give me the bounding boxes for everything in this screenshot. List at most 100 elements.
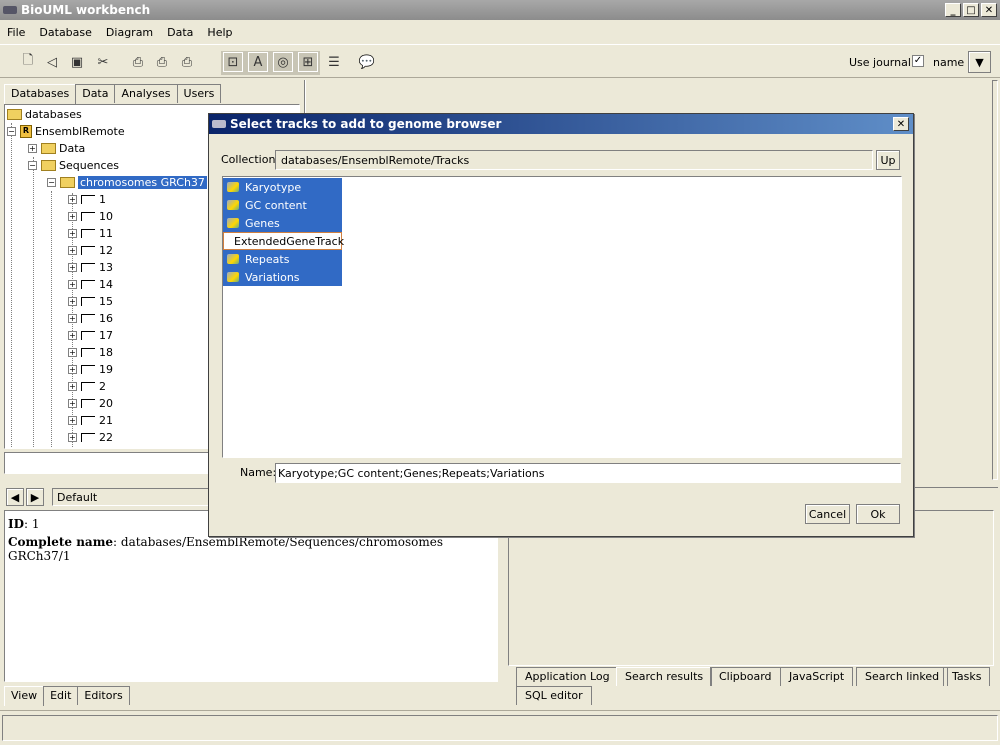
tab-sql-editor[interactable]: SQL editor [516,686,592,705]
expand-icon[interactable]: + [68,297,77,306]
select-mode-icon[interactable]: ⊡ [223,52,243,72]
name-field[interactable]: Karyotype;GC content;Genes;Repeats;Varia… [275,463,901,483]
print-setup-icon[interactable]: ⎙ [177,52,197,72]
tree-node-sequence[interactable]: +10 [68,208,113,225]
close-button[interactable]: ✕ [981,3,997,17]
track-item[interactable]: ExtendedGeneTrack [223,232,344,250]
tab-data[interactable]: Data [75,84,116,103]
tab-search-linked[interactable]: Search linked [856,667,949,686]
expand-icon[interactable]: + [68,416,77,425]
image-mode-icon[interactable]: ◎ [273,52,293,72]
tree-node-sequence[interactable]: +17 [68,327,113,344]
expand-icon[interactable]: + [68,348,77,357]
expand-icon[interactable]: + [68,365,77,374]
track-item[interactable]: Karyotype [223,178,342,196]
help-bubble-icon[interactable]: 💬 [357,52,377,72]
menu-bar: File Database Diagram Data Help [0,21,1000,43]
tracks-list[interactable]: Karyotype GC content Genes ExtendedGeneTrac… [222,176,902,458]
tree-node-sequence[interactable]: +20 [68,395,113,412]
collapse-icon[interactable]: − [47,178,56,187]
tree-node-sequence[interactable]: +19 [68,361,113,378]
tree-node-sequence[interactable]: +1 [68,191,106,208]
expand-icon[interactable]: + [68,212,77,221]
save-icon[interactable]: ▣ [67,52,87,72]
chevron-down-icon: ▼ [975,55,984,69]
expand-icon[interactable]: + [28,144,37,153]
menu-help[interactable]: Help [200,26,239,39]
tree-node-chromosomes[interactable]: − chromosomes GRCh37 [47,174,207,191]
menu-file[interactable]: File [0,26,32,39]
expand-icon[interactable]: + [68,280,77,289]
new-file-icon[interactable]: 🗋 [18,52,38,72]
collection-field[interactable]: databases/EnsemblRemote/Tracks [275,150,873,170]
tab-editors[interactable]: Editors [77,686,130,705]
track-item[interactable]: Repeats [223,250,342,268]
collapse-icon[interactable]: − [28,161,37,170]
tab-analyses[interactable]: Analyses [114,84,178,103]
tab-tasks[interactable]: Tasks [943,667,991,686]
info-tabs: View Edit Editors [4,686,130,706]
tree-node-sequence[interactable]: +16 [68,310,113,327]
text-mode-icon[interactable]: A [248,52,268,72]
tree-node-sequence[interactable]: +12 [68,242,113,259]
track-item[interactable]: Variations [223,268,342,286]
select-tracks-dialog: Select tracks to add to genome browser ✕… [208,113,914,537]
menu-data[interactable]: Data [160,26,200,39]
track-item[interactable]: GC content [223,196,342,214]
tools-icon[interactable]: ✂ [93,52,113,72]
tree-node-data[interactable]: + Data [28,140,85,157]
tree-node-sequence[interactable]: +11 [68,225,113,242]
menu-database[interactable]: Database [32,26,99,39]
collapse-icon[interactable]: − [7,127,16,136]
menu-diagram[interactable]: Diagram [99,26,160,39]
expand-icon[interactable]: + [68,382,77,391]
expand-icon[interactable]: + [68,263,77,272]
tree-node-sequence[interactable]: +14 [68,276,113,293]
dialog-close-button[interactable]: ✕ [893,117,909,131]
expand-icon[interactable]: + [68,433,77,442]
tree-node-ensemblremote[interactable]: − R EnsemblRemote [7,123,125,140]
open-icon[interactable]: ◁ [42,52,62,72]
expand-icon[interactable]: + [68,229,77,238]
tree-node-sequence[interactable]: +13 [68,259,113,276]
repository-icon: R [20,125,32,138]
window-title: BioUML workbench [21,3,151,17]
checklist-icon[interactable]: ☰ [324,52,344,72]
status-bar [0,710,1000,745]
print-icon[interactable]: ⎙ [128,52,148,72]
tree-node-sequences[interactable]: − Sequences [28,157,119,174]
track-item[interactable]: Genes [223,214,342,232]
expand-icon[interactable]: + [68,399,77,408]
tree-node-sequence[interactable]: +15 [68,293,113,310]
expand-icon[interactable]: + [68,331,77,340]
tab-javascript[interactable]: JavaScript [780,667,854,686]
journal-dropdown-button[interactable]: ▼ [968,51,991,73]
tab-databases[interactable]: Databases [4,84,77,104]
journal-name-label: name [933,56,965,69]
expand-icon[interactable]: + [68,246,77,255]
tab-edit[interactable]: Edit [43,686,79,705]
sequence-icon [81,314,95,323]
maximize-button[interactable]: □ [963,3,979,17]
tab-users[interactable]: Users [176,84,222,103]
use-journal-checkbox[interactable]: ✓ [912,55,924,67]
tree-node-sequence[interactable]: +2 [68,378,106,395]
tree-node-sequence[interactable]: +22 [68,429,113,446]
tab-clipboard[interactable]: Clipboard [710,667,781,686]
tab-application-log[interactable]: Application Log [516,667,619,686]
tab-search-results[interactable]: Search results [616,667,713,686]
forward-icon[interactable]: ▶ [26,488,44,506]
tree-node-databases[interactable]: databases [7,106,82,123]
tree-node-sequence[interactable]: +18 [68,344,113,361]
minimize-button[interactable]: _ [945,3,961,17]
cancel-button[interactable]: Cancel [805,504,850,524]
back-icon[interactable]: ◀ [6,488,24,506]
print-preview-icon[interactable]: ⎙ [152,52,172,72]
expand-icon[interactable]: + [68,314,77,323]
layout-mode-icon[interactable]: ⊞ [298,52,318,72]
tree-node-sequence[interactable]: +21 [68,412,113,429]
expand-icon[interactable]: + [68,195,77,204]
up-button[interactable]: Up [876,150,900,170]
tab-view[interactable]: View [4,686,45,706]
ok-button[interactable]: Ok [856,504,900,524]
